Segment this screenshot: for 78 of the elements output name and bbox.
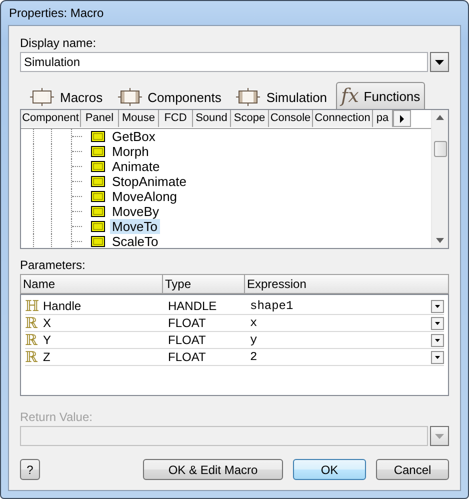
column-header[interactable]: Name: [20, 274, 163, 294]
type-symbol: ℝ: [25, 316, 37, 330]
parameter-type: FLOAT: [167, 333, 207, 347]
category-tab[interactable]: Panel: [81, 110, 119, 127]
dropdown-arrow-icon: [435, 322, 440, 324]
scrollbar[interactable]: [431, 110, 448, 248]
function-icon: [91, 191, 105, 202]
category-tab[interactable]: Scope: [231, 110, 269, 127]
component-icon: [116, 88, 143, 106]
function-icon: [91, 146, 105, 157]
dropdown-arrow-icon: [435, 338, 440, 342]
help-button[interactable]: ?: [20, 459, 40, 480]
type-symbol: ℝ: [25, 332, 37, 348]
dropdown-arrow-icon: [435, 304, 440, 308]
function-icon: fx: [341, 86, 359, 106]
scroll-right-button[interactable]: [393, 110, 411, 127]
expression-value[interactable]: x: [246, 316, 431, 330]
category-tab[interactable]: Mouse: [119, 110, 159, 127]
category-tab[interactable]: Connection: [313, 110, 373, 127]
down-arrow-icon[interactable]: [436, 238, 444, 243]
tree-item[interactable]: Animate: [110, 159, 162, 174]
column-header[interactable]: Expression: [245, 274, 449, 294]
expression-dropdown-button[interactable]: [431, 350, 444, 364]
return-value-label: Return Value:: [20, 410, 94, 424]
dialog-button[interactable]: Cancel: [376, 459, 449, 480]
display-name-label: Display name:: [20, 36, 98, 50]
expression-value[interactable]: 2: [246, 350, 431, 364]
tab[interactable]: Simulation: [230, 84, 332, 109]
dialog-button[interactable]: OK: [293, 459, 366, 480]
tree-item[interactable]: ScaleTo: [110, 234, 160, 249]
category-tab[interactable]: Component: [21, 110, 81, 127]
column-header[interactable]: Type: [163, 274, 245, 294]
display-name-field[interactable]: Simulation: [20, 52, 428, 72]
tab[interactable]: fx Functions: [336, 82, 426, 109]
function-icon: [91, 131, 105, 142]
scrollbar-thumb[interactable]: [434, 141, 446, 157]
expression-value[interactable]: shape1: [246, 299, 431, 313]
right-arrow-icon: [400, 114, 404, 122]
tab[interactable]: Components: [112, 84, 226, 109]
dropdown-arrow-icon: [435, 434, 444, 438]
tree-item[interactable]: MoveAlong: [110, 189, 180, 204]
parameter-type: FLOAT: [167, 350, 207, 364]
tree-item[interactable]: MoveBy: [110, 204, 161, 219]
component-icon: [29, 88, 55, 106]
expression-dropdown-button[interactable]: [431, 334, 444, 346]
expression-dropdown-button[interactable]: [431, 300, 444, 312]
parameter-name: Handle: [43, 299, 82, 313]
dropdown-arrow-icon: [435, 60, 444, 64]
function-icon: [91, 161, 105, 172]
window-title: Properties: Macro: [8, 5, 105, 22]
dropdown-arrow-icon: [435, 356, 440, 358]
parameter-name: X: [43, 316, 52, 330]
dialog-button[interactable]: OK & Edit Macro: [143, 459, 283, 480]
expression-value[interactable]: y: [246, 333, 431, 347]
parameter-name: Z: [43, 350, 50, 364]
parameters-label: Parameters:: [20, 258, 86, 272]
function-icon: [91, 176, 105, 187]
category-tab[interactable]: FCD: [159, 110, 193, 127]
dropdown-button[interactable]: [430, 52, 449, 72]
component-icon: [235, 88, 262, 106]
tab[interactable]: Macros: [24, 84, 108, 109]
type-symbol: ℝ: [25, 350, 37, 364]
parameter-type: FLOAT: [167, 316, 207, 330]
category-tab[interactable]: Console: [269, 110, 313, 127]
type-symbol: ℍ: [25, 298, 37, 314]
tree-item[interactable]: GetBox: [110, 129, 158, 144]
function-icon: [91, 206, 105, 217]
expression-dropdown-button[interactable]: [431, 316, 444, 330]
category-tab[interactable]: Sound: [193, 110, 231, 127]
category-tab[interactable]: pa: [373, 110, 393, 127]
function-icon: [91, 221, 105, 232]
tree-item[interactable]: Morph: [110, 144, 151, 159]
parameter-type: HANDLE: [167, 299, 218, 313]
tree-item[interactable]: StopAnimate: [110, 174, 188, 189]
tree-item[interactable]: MoveTo: [110, 219, 160, 234]
function-icon: [91, 236, 105, 247]
parameter-name: Y: [43, 333, 52, 347]
up-arrow-icon[interactable]: [436, 115, 444, 120]
